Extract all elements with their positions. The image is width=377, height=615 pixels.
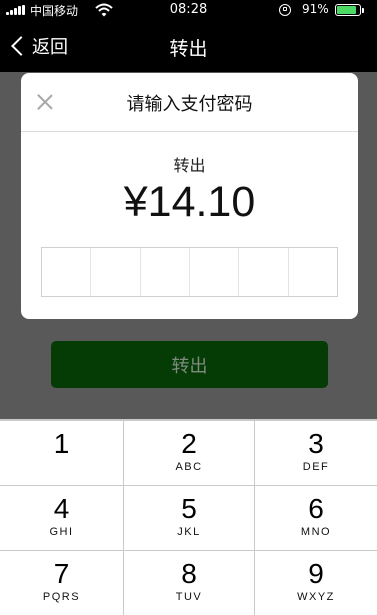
key-number: 2 xyxy=(181,428,197,459)
password-input[interactable] xyxy=(41,247,338,297)
key-4[interactable]: 4 GHI xyxy=(0,486,123,550)
key-9[interactable]: 9 WXYZ xyxy=(255,551,377,615)
nav-bar: 返回 转出 xyxy=(0,20,377,72)
battery-tip xyxy=(362,8,364,13)
key-letters: GHI xyxy=(49,526,74,538)
key-1[interactable]: 1 xyxy=(0,421,123,485)
key-letters: DEF xyxy=(302,461,330,473)
key-number: 3 xyxy=(308,428,324,459)
key-number: 8 xyxy=(181,558,197,589)
key-letters: PQRS xyxy=(42,591,81,603)
password-cell[interactable] xyxy=(91,248,141,296)
password-cell[interactable] xyxy=(190,248,240,296)
password-cell[interactable] xyxy=(141,248,190,296)
rotation-lock-icon xyxy=(279,4,291,16)
password-cell[interactable] xyxy=(239,248,289,296)
key-number: 4 xyxy=(53,493,70,524)
key-8[interactable]: 8 TUV xyxy=(124,551,254,615)
key-letters: ABC xyxy=(175,461,203,473)
dialog-subtitle: 转出 xyxy=(173,156,206,175)
key-letters: WXYZ xyxy=(297,591,335,603)
key-number: 6 xyxy=(308,493,324,524)
transfer-out-button: 转出 xyxy=(51,341,328,388)
battery-icon xyxy=(335,4,361,16)
status-bar: 中国移动 08:28 91% xyxy=(0,0,377,20)
page-title: 转出 xyxy=(169,38,208,60)
battery-percent: 91% xyxy=(302,2,329,16)
payment-amount: ¥14.10 xyxy=(123,178,256,226)
key-letters: MNO xyxy=(300,526,332,538)
key-2[interactable]: 2 ABC xyxy=(124,421,254,485)
key-number: 1 xyxy=(53,428,70,459)
key-letters: TUV xyxy=(175,591,203,603)
key-6[interactable]: 6 MNO xyxy=(255,486,377,550)
key-7[interactable]: 7 PQRS xyxy=(0,551,123,615)
dialog-header: 请输入支付密码 xyxy=(21,73,358,132)
password-cell[interactable] xyxy=(42,248,92,296)
key-number: 7 xyxy=(53,558,70,589)
password-cell[interactable] xyxy=(289,248,337,296)
payment-password-dialog: 请输入支付密码 转出 ¥14.10 xyxy=(21,73,358,319)
key-5[interactable]: 5 JKL xyxy=(124,486,254,550)
numeric-keypad: 1 2 ABC 3 DEF 4 GHI 5 JKL 6 MNO 7 PQRS 8 TUV 9 WXYZ xyxy=(0,419,377,615)
key-3[interactable]: 3 DEF xyxy=(255,421,377,485)
key-number: 9 xyxy=(308,558,324,589)
key-letters: JKL xyxy=(177,526,201,538)
dialog-title: 请输入支付密码 xyxy=(126,94,253,115)
key-number: 5 xyxy=(181,493,197,524)
